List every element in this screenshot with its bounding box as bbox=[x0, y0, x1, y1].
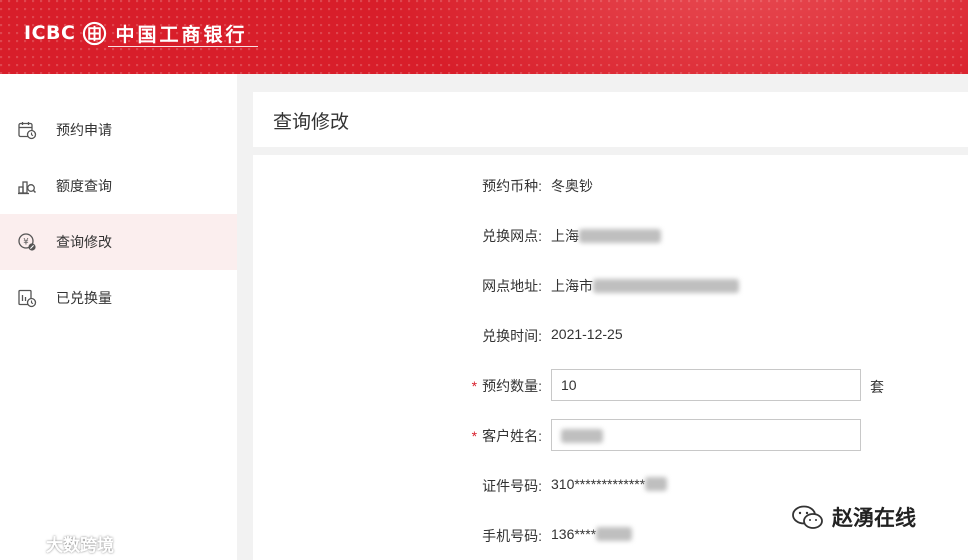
reservation-form: 预约币种: 冬奥钞 兑换网点: 上海 网点地址: 上海市 兑换时间: 2021-… bbox=[253, 155, 968, 560]
sidebar-item-label: 预约申请 bbox=[56, 122, 112, 138]
id-row: 证件号码: 310************* bbox=[253, 476, 968, 496]
currency-value: 冬奥钞 bbox=[551, 178, 593, 194]
coin-stack-search-icon bbox=[18, 181, 37, 195]
branch-value-text: 上海 bbox=[551, 228, 579, 244]
top-banner: ICBC 中国工商银行 bbox=[0, 0, 968, 74]
name-label-text: 客户姓名: bbox=[482, 428, 542, 444]
branch-label: 兑换网点: bbox=[482, 228, 542, 244]
address-label: 网点地址: bbox=[482, 278, 542, 294]
branch-row: 兑换网点: 上海 bbox=[253, 226, 968, 246]
quantity-label: * 预约数量: bbox=[472, 376, 542, 396]
customer-name-input[interactable] bbox=[551, 419, 861, 451]
watermark-right-text: 赵湧在线 bbox=[832, 507, 916, 530]
branch-value: 上海 bbox=[551, 226, 661, 246]
date-value: 2021-12-25 bbox=[551, 326, 623, 342]
phone-value-text: 136**** bbox=[551, 526, 597, 542]
required-mark: * bbox=[471, 428, 478, 444]
quantity-unit: 套 bbox=[870, 379, 884, 395]
chart-clock-icon bbox=[18, 289, 37, 308]
watermark-right: 赵湧在线 bbox=[790, 502, 916, 532]
currency-row: 预约币种: 冬奥钞 bbox=[253, 176, 968, 196]
sidebar-item-label: 已兑换量 bbox=[56, 290, 112, 306]
address-row: 网点地址: 上海市 bbox=[253, 276, 968, 296]
icbc-logo[interactable]: ICBC 中国工商银行 bbox=[24, 19, 247, 47]
id-value: 310************* bbox=[551, 476, 668, 492]
sidebar-item-query-modify[interactable]: ¥ 查询修改 bbox=[0, 214, 237, 270]
quantity-label-text: 预约数量: bbox=[482, 378, 542, 394]
page-title-bar: 查询修改 bbox=[253, 92, 968, 147]
redacted-mask bbox=[645, 477, 668, 491]
id-value-text: 310************* bbox=[551, 476, 646, 492]
watermark-logo-icon bbox=[7, 535, 40, 551]
redacted-mask bbox=[596, 527, 633, 541]
quantity-input[interactable]: 10 bbox=[551, 369, 861, 401]
redacted-mask bbox=[579, 229, 661, 243]
watermark-left: 大数跨境 bbox=[6, 530, 114, 556]
calendar-clock-icon bbox=[18, 122, 37, 140]
phone-value: 136**** bbox=[551, 526, 633, 542]
sidebar-item-label: 查询修改 bbox=[56, 234, 112, 250]
address-value-text: 上海市 bbox=[551, 278, 593, 294]
sidebar-item-exchanged[interactable]: 已兑换量 bbox=[0, 270, 237, 326]
redacted-mask bbox=[561, 429, 603, 443]
logo-chinese-text: 中国工商银行 bbox=[115, 23, 248, 46]
sidebar-item-appointment[interactable]: 预约申请 bbox=[0, 102, 237, 158]
date-label: 兑换时间: bbox=[482, 328, 542, 344]
wechat-icon bbox=[792, 505, 823, 529]
address-value: 上海市 bbox=[551, 276, 739, 296]
page-title: 查询修改 bbox=[273, 112, 350, 133]
logo-english-text: ICBC bbox=[24, 22, 76, 44]
date-row: 兑换时间: 2021-12-25 bbox=[253, 326, 968, 346]
sidebar-item-label: 额度查询 bbox=[56, 178, 112, 194]
sidebar: 预约申请 额度查询 ¥ 查询修改 已兑换量 bbox=[0, 74, 237, 560]
sidebar-item-quota[interactable]: 额度查询 bbox=[0, 158, 237, 214]
yuan-coin-edit-icon: ¥ bbox=[18, 233, 36, 251]
svg-text:¥: ¥ bbox=[23, 237, 29, 247]
watermark-left-text: 大数跨境 bbox=[46, 535, 114, 555]
name-label: * 客户姓名: bbox=[472, 426, 542, 446]
icbc-seal-icon bbox=[83, 21, 107, 45]
id-label: 证件号码: bbox=[482, 478, 542, 494]
phone-label: 手机号码: bbox=[482, 528, 542, 544]
logo-underline bbox=[108, 46, 258, 47]
currency-label: 预约币种: bbox=[482, 178, 542, 194]
redacted-mask bbox=[593, 279, 739, 293]
required-mark: * bbox=[471, 378, 478, 394]
